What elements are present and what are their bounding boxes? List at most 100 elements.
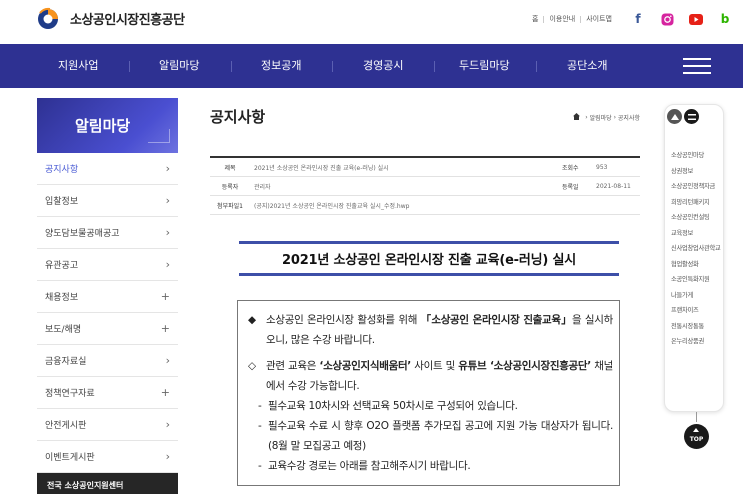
gnb-item-support[interactable]: 지원사업 — [58, 44, 98, 88]
chevron-right-icon: › — [165, 354, 170, 367]
sidebar-item-policy[interactable]: 정책연구자료 + — [37, 377, 178, 409]
site-logo[interactable]: 소상공인시장진흥공단 — [36, 7, 185, 29]
side-nav: 알림마당 공지사항 › 입찰정보 › 양도담보물공매공고 › 유관공고 › 채용정보 + … — [37, 98, 178, 494]
quick-menu: 소상공인마당 상권정보 소상공인정책자금 희망리턴패키지 소상공인컨설팅 교육정… — [664, 104, 724, 412]
side-nav-title: 알림마당 — [37, 98, 178, 153]
date-value: 2021-08-11 — [596, 182, 631, 190]
util-link-home[interactable]: 홈 — [532, 14, 538, 24]
text-bold: 「소상공인 온라인시장 진출교육」 — [420, 314, 573, 326]
text: 사이트 및 — [411, 360, 459, 372]
paragraph: ◇ 관련 교육은 ‘소상공인지식배움터’ 사이트 및 유튜브 ‘소상공인시장진흥… — [248, 356, 613, 396]
meta-label: 등록자 — [221, 183, 239, 191]
blog-icon[interactable]: b — [717, 11, 733, 27]
sidebar-item-label: 양도담보물공매공고 — [45, 229, 120, 239]
sidebar-item-label: 유관공고 — [45, 261, 79, 271]
chevron-right-icon: › — [165, 226, 170, 239]
meta-row-author: 등록자 관리자 등록일 2021-08-11 — [210, 177, 640, 196]
quick-menu-list: 소상공인마당 상권정보 소상공인정책자금 희망리턴패키지 소상공인컨설팅 교육정… — [665, 152, 723, 346]
chevron-right-icon: › — [165, 162, 170, 175]
notice-title-banner: 2021년 소상공인 온라인시장 진출 교육(e-러닝) 실시 — [239, 241, 619, 276]
dash-bullet: - — [258, 420, 262, 432]
paragraph: ◆ 소상공인 온라인시장 활성화를 위해 「소상공인 온라인시장 진출교육」을 … — [248, 310, 613, 350]
sidebar-item-label: 안전게시판 — [45, 421, 87, 431]
meta-label: 제목 — [224, 164, 236, 172]
divider — [332, 61, 333, 72]
sidebar-item-notice[interactable]: 공지사항 › — [37, 153, 178, 185]
meta-label: 등록일 — [562, 183, 579, 191]
chevron-right-icon: › — [165, 194, 170, 207]
up-icon[interactable] — [667, 109, 682, 124]
home-icon[interactable] — [573, 113, 581, 122]
list-item: - 필수교육 수료 시 향후 O2O 플랫폼 추가모집 공고에 지원 가능 대상… — [248, 416, 613, 456]
divider — [129, 61, 130, 72]
hamburger-menu-icon[interactable] — [653, 44, 743, 88]
gnb-item-management[interactable]: 경영공시 — [363, 44, 403, 88]
text-bold: 유튜브 ‘소상공인시장진흥공단’ — [458, 360, 591, 372]
sidebar-item-safety[interactable]: 안전게시판 › — [37, 409, 178, 441]
top-header: 소상공인시장진흥공단 홈 이용안내 사이트맵 f b — [0, 0, 743, 44]
gnb-item-notice[interactable]: 알림마당 — [159, 44, 199, 88]
dash-bullet: - — [258, 400, 262, 412]
gnb-item-info[interactable]: 정보공개 — [261, 44, 301, 88]
paragraph-text: 소상공인 온라인시장 활성화를 위해 「소상공인 온라인시장 진출교육」을 실시… — [266, 310, 613, 350]
utility-nav: 홈 이용안내 사이트맵 f b — [527, 11, 733, 27]
post-title-value: 2021년 소상공인 온라인시장 진출 교육(e-러닝) 실시 — [254, 164, 389, 172]
views-value: 953 — [596, 163, 608, 171]
util-link-guide[interactable]: 이용안내 — [549, 14, 575, 24]
sidebar-item-label: 이벤트게시판 — [45, 453, 95, 463]
attachment-link[interactable]: (공지)2021년 소상공인 온라인시장 진출교육 실시_수정.hwp — [250, 201, 640, 210]
divider — [580, 15, 582, 23]
menu-icon[interactable] — [684, 109, 699, 124]
quick-link[interactable]: 소상공인마당 — [671, 152, 723, 160]
support-center-banner[interactable]: 전국 소상공인지원센터 — [37, 473, 178, 494]
sidebar-item-recruit[interactable]: 채용정보 + — [37, 281, 178, 313]
page-title: 공지사항 — [210, 108, 266, 126]
decoration — [148, 129, 170, 143]
gnb-item-dodream[interactable]: 두드림마당 — [459, 44, 510, 88]
quick-link[interactable]: 온누리상품권 — [671, 338, 723, 346]
top-label: TOP — [689, 435, 704, 443]
meta-row-attachment: 첨부파일1 (공지)2021년 소상공인 온라인시장 진출교육 실시_수정.hw… — [210, 196, 640, 215]
quick-link[interactable]: 나들가게 — [671, 292, 723, 300]
quick-link[interactable]: 신사업창업사관학교 — [671, 245, 723, 253]
sidebar-item-label: 입찰정보 — [45, 197, 79, 207]
facebook-icon[interactable]: f — [630, 11, 646, 27]
quick-link[interactable]: 교육정보 — [671, 230, 723, 238]
sidebar-item-finance[interactable]: 금융자료실 › — [37, 345, 178, 377]
notice-title: 2021년 소상공인 온라인시장 진출 교육(e-러닝) 실시 — [282, 253, 576, 268]
quick-link[interactable]: 소상공인컨설팅 — [671, 214, 723, 222]
breadcrumb-item[interactable]: 공지사항 — [618, 113, 640, 122]
sidebar-item-press[interactable]: 보도/해명 + — [37, 313, 178, 345]
sidebar-item-bid[interactable]: 입찰정보 › — [37, 185, 178, 217]
meta-label: 첨부파일1 — [217, 202, 243, 210]
divider — [543, 15, 545, 23]
paragraph-text: 관련 교육은 ‘소상공인지식배움터’ 사이트 및 유튜브 ‘소상공인시장진흥공단… — [266, 356, 613, 396]
quick-link[interactable]: 협업활성화 — [671, 261, 723, 269]
quick-link[interactable]: 희망리턴패키지 — [671, 199, 723, 207]
chevron-right-icon: › — [165, 450, 170, 463]
logo-mark-icon — [36, 7, 62, 29]
plus-icon: + — [160, 290, 170, 303]
chevron-right-icon: › — [165, 258, 170, 271]
scroll-top-button[interactable]: TOP — [684, 412, 710, 449]
instagram-icon[interactable] — [659, 11, 675, 27]
youtube-icon[interactable] — [688, 11, 704, 27]
quick-link[interactable]: 소상공인정책자금 — [671, 183, 723, 191]
quick-menu-toggles — [665, 105, 723, 124]
quick-link[interactable]: 소공인특화지원 — [671, 276, 723, 284]
quick-link[interactable]: 전통시장통통 — [671, 323, 723, 331]
arrow-up-icon — [693, 428, 699, 432]
gnb-item-about[interactable]: 공단소개 — [567, 44, 607, 88]
quick-link[interactable]: 상권정보 — [671, 168, 723, 176]
sidebar-item-related-notice[interactable]: 유관공고 › — [37, 249, 178, 281]
list-item: - 교육수강 경로는 아래를 참고해주시기 바랍니다. — [248, 456, 613, 476]
breadcrumb-item[interactable]: 알림마당 — [590, 113, 612, 122]
quick-link[interactable]: 프랜차이즈 — [671, 307, 723, 315]
sidebar-item-event[interactable]: 이벤트게시판 › — [37, 441, 178, 473]
util-link-sitemap[interactable]: 사이트맵 — [586, 14, 612, 24]
sidebar-item-collateral-auction[interactable]: 양도담보물공매공고 › — [37, 217, 178, 249]
plus-icon: + — [160, 386, 170, 399]
side-nav-title-label: 알림마당 — [75, 117, 131, 135]
diamond-filled-icon: ◆ — [248, 314, 256, 326]
divider — [231, 61, 232, 72]
